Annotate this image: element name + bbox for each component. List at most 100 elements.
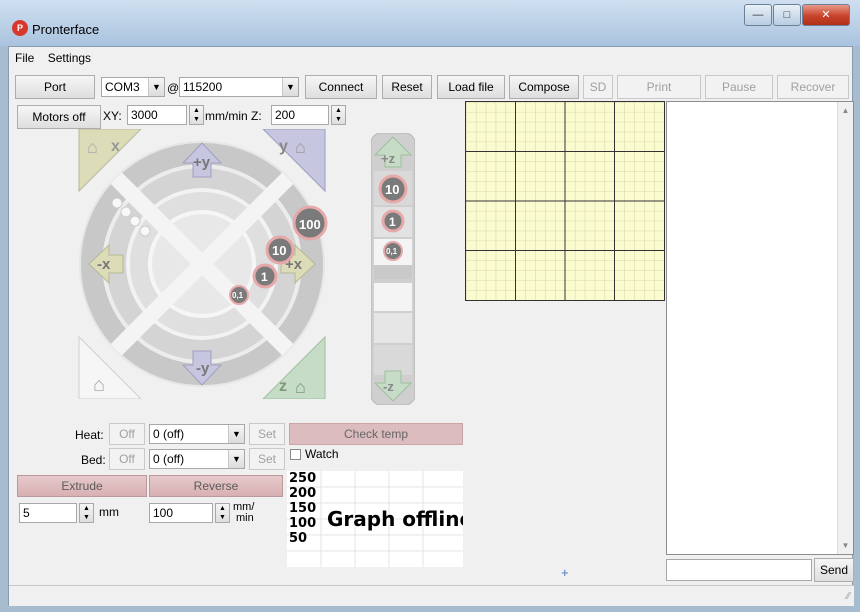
heat-label: Heat:	[75, 428, 104, 442]
menu-settings[interactable]: Settings	[48, 51, 91, 65]
z-center-zone	[374, 265, 412, 279]
plus-y-label: +y	[193, 154, 211, 171]
compose-button[interactable]: Compose	[509, 75, 579, 99]
extrude-length-input[interactable]: 5	[19, 503, 77, 523]
plus-icon[interactable]: +	[561, 565, 569, 580]
send-button[interactable]: Send	[814, 558, 854, 582]
z-step-1-label: 1	[389, 215, 396, 229]
home-icon: ⌂	[295, 137, 306, 157]
z-down-1-zone[interactable]	[374, 313, 412, 343]
resize-grip-icon[interactable]: ∕∕	[847, 591, 850, 602]
z-jog-control[interactable]: +z 10 1 0,1 -z	[371, 133, 415, 405]
reset-button[interactable]: Reset	[382, 75, 432, 99]
sd-button[interactable]: SD	[583, 75, 613, 99]
heat-value: 0 (off)	[153, 427, 185, 441]
bed-label: Bed:	[81, 453, 106, 467]
minus-x-label: -x	[97, 256, 111, 273]
connect-button[interactable]: Connect	[305, 75, 377, 99]
menu-bar: File Settings	[9, 51, 95, 67]
feed-spin-icon[interactable]: ▲ ▼	[215, 503, 230, 523]
minus-y-label: -y	[196, 360, 210, 377]
plus-z-label: +z	[381, 151, 396, 166]
xy-jog-control[interactable]: ⌂ x y ⌂ ⌂ z ⌂ +y -y -x +x 100 10 1 0,1	[71, 129, 329, 399]
reverse-button[interactable]: Reverse	[149, 475, 283, 497]
print-bed-grid[interactable]	[465, 101, 665, 301]
maximize-button[interactable]: □	[773, 4, 801, 26]
print-button[interactable]: Print	[617, 75, 701, 99]
bed-select[interactable]: 0 (off) ▼	[149, 449, 245, 469]
home-icon: ⌂	[87, 137, 98, 157]
graph-tick: 250	[289, 471, 317, 486]
home-icon: ⌂	[295, 377, 306, 397]
motors-off-button[interactable]: Motors off	[17, 105, 101, 129]
graph-tick: 50	[289, 531, 308, 546]
graph-tick: 100	[289, 516, 317, 531]
length-unit-label: mm	[99, 505, 119, 519]
minus-z-label: -z	[383, 379, 394, 394]
graph-y-ticks: 250 200 150 100 50	[289, 471, 316, 546]
home-z-label: z	[279, 378, 287, 395]
feed-unit-line-2: min	[236, 512, 254, 524]
step-dot	[111, 197, 123, 209]
heat-select[interactable]: 0 (off) ▼	[149, 424, 245, 444]
title-bar: P Pronterface	[0, 0, 860, 46]
log-scrollbar[interactable]: ▲ ▼	[837, 102, 853, 554]
baud-value: 115200	[183, 80, 223, 94]
load-file-button[interactable]: Load file	[437, 75, 505, 99]
step-dot	[139, 225, 151, 237]
heat-set-button[interactable]: Set	[249, 423, 285, 445]
z-spin-icon[interactable]: ▲ ▼	[331, 105, 346, 125]
step-01-label: 0,1	[232, 291, 244, 300]
bed-value: 0 (off)	[153, 452, 185, 466]
chevron-down-icon[interactable]: ▼	[148, 78, 164, 96]
extrude-button[interactable]: Extrude	[17, 475, 147, 497]
graph-offline-text: Graph offline	[327, 507, 463, 531]
step-1-label: 1	[261, 270, 268, 284]
step-dot	[129, 215, 141, 227]
command-input[interactable]	[666, 559, 812, 581]
scroll-up-icon[interactable]: ▲	[838, 106, 853, 115]
feed-unit-label: mm/min	[233, 502, 254, 524]
graph-tick: 200	[289, 486, 317, 501]
recover-button[interactable]: Recover	[777, 75, 849, 99]
z-step-01-label: 0,1	[386, 247, 398, 256]
port-select[interactable]: COM3 ▼	[101, 77, 165, 97]
step-dot	[120, 206, 132, 218]
xy-label: XY:	[103, 109, 122, 123]
z-down-01-zone[interactable]	[374, 283, 412, 311]
watch-label: Watch	[305, 447, 339, 461]
baud-select[interactable]: 115200 ▼	[179, 77, 299, 97]
bed-set-button[interactable]: Set	[249, 448, 285, 470]
minimize-button[interactable]: —	[744, 4, 772, 26]
bed-grid-drawing	[466, 102, 664, 300]
main-panel: File Settings Port COM3 ▼ @ 115200 ▼ Con…	[8, 46, 854, 606]
step-100-label: 100	[299, 217, 321, 232]
chevron-down-icon[interactable]: ▼	[282, 78, 298, 96]
menu-file[interactable]: File	[15, 51, 34, 65]
chevron-down-icon[interactable]: ▼	[228, 450, 244, 468]
home-icon: ⌂	[93, 374, 105, 396]
watch-checkbox[interactable]	[290, 449, 301, 460]
z-speed-input[interactable]: 200	[271, 105, 329, 125]
check-temp-button[interactable]: Check temp	[289, 423, 463, 445]
at-label: @	[167, 81, 180, 95]
home-y-label: y	[279, 138, 288, 155]
xy-spin-icon[interactable]: ▲ ▼	[189, 105, 204, 125]
pause-button[interactable]: Pause	[705, 75, 773, 99]
console-log[interactable]: ▲ ▼	[666, 101, 854, 555]
step-10-label: 10	[272, 243, 286, 258]
scroll-down-icon[interactable]: ▼	[838, 541, 853, 550]
bed-off-button[interactable]: Off	[109, 448, 145, 470]
z-step-10-label: 10	[385, 182, 399, 197]
length-spin-icon[interactable]: ▲ ▼	[79, 503, 94, 523]
xy-speed-input[interactable]: 3000	[127, 105, 187, 125]
mm-min-z-label: mm/min Z:	[205, 109, 262, 123]
chevron-down-icon[interactable]: ▼	[228, 425, 244, 443]
extrude-feed-input[interactable]: 100	[149, 503, 213, 523]
port-button[interactable]: Port	[15, 75, 95, 99]
close-button[interactable]: ✕	[802, 4, 850, 26]
home-x-label: x	[111, 138, 120, 155]
heat-off-button[interactable]: Off	[109, 423, 145, 445]
app-icon: P	[12, 20, 28, 36]
graph-tick: 150	[289, 501, 317, 516]
